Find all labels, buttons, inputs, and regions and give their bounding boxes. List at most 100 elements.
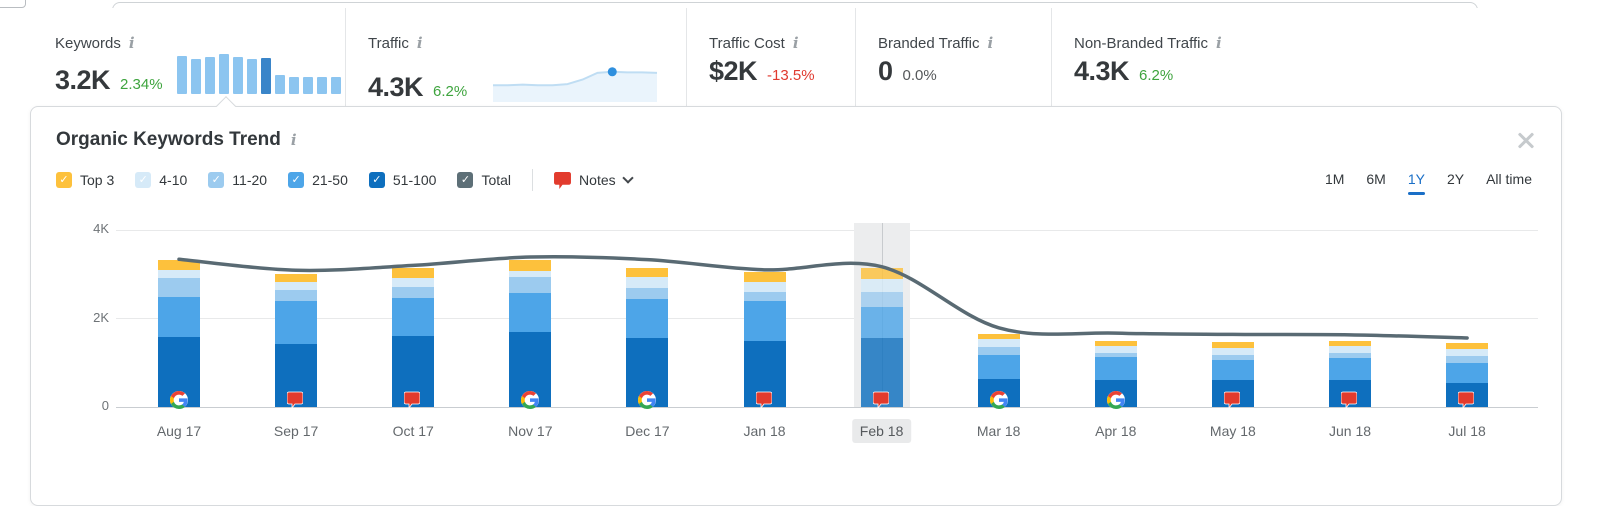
metric-branded-delta: 0.0% [902, 67, 937, 84]
google-icon[interactable] [170, 391, 188, 409]
keywords-spark-bar [302, 77, 313, 94]
range-1m[interactable]: 1M [1325, 171, 1344, 193]
notes-bubble-icon [554, 172, 572, 189]
range-2y[interactable]: 2Y [1447, 171, 1464, 193]
notes-toggle[interactable]: Notes [554, 171, 634, 189]
metric-traffic[interactable]: Traffic i 4.3K 6.2% [345, 8, 686, 106]
note-marker-icon[interactable] [286, 391, 305, 410]
x-axis-label: Apr 18 [1095, 423, 1137, 439]
keywords-spark-bar [316, 77, 327, 94]
checkbox-checked-icon[interactable]: ✓ [368, 172, 385, 188]
info-icon[interactable]: i [793, 34, 799, 52]
legend-11-20[interactable]: ✓ 11-20 [208, 172, 267, 188]
checkbox-checked-icon[interactable]: ✓ [135, 172, 152, 188]
keywords-spark-bar [218, 54, 229, 94]
x-axis-label: Mar 18 [976, 423, 1021, 439]
x-axis-label: Dec 17 [625, 423, 670, 439]
traffic-spark-dot [608, 67, 618, 77]
range-all-time[interactable]: All time [1486, 171, 1532, 193]
keywords-spark-bar [246, 59, 257, 94]
organic-keywords-trend-panel: Organic Keywords Trend i ✓ Top 3 ✓ 4-10 … [30, 96, 1562, 506]
checkbox-checked-icon[interactable]: ✓ [56, 172, 72, 188]
total-line [177, 254, 1469, 340]
keywords-spark-bar [288, 77, 299, 94]
keywords-spark-bar [330, 77, 341, 94]
tab-strip [0, 0, 1600, 8]
metric-keywords-label: Keywords [55, 34, 121, 52]
metric-traffic-cost[interactable]: Traffic Cost i $2K -13.5% [686, 8, 855, 106]
note-marker-icon[interactable] [1223, 391, 1242, 410]
info-icon[interactable]: i [1216, 34, 1222, 52]
metric-traffic-delta: 6.2% [433, 83, 468, 100]
info-icon[interactable]: i [987, 34, 993, 52]
info-icon[interactable]: i [129, 34, 135, 52]
x-axis-label: Nov 17 [508, 423, 553, 439]
legend-51-100[interactable]: ✓ 51-100 [368, 172, 436, 188]
metric-traffic-label: Traffic [368, 34, 409, 52]
metrics-bar: Keywords i 3.2K 2.34% Traffic i 4.3K 6.2… [0, 8, 1600, 106]
metric-non-branded-traffic[interactable]: Non-Branded Traffic i 4.3K 6.2% [1051, 8, 1600, 106]
metric-branded-label: Branded Traffic [878, 34, 980, 52]
note-marker-icon[interactable] [755, 391, 774, 410]
keywords-sparkline[interactable] [176, 52, 341, 94]
info-icon[interactable]: i [417, 34, 423, 52]
google-icon[interactable] [521, 391, 540, 409]
metric-non-branded-value: 4.3K [1074, 56, 1130, 86]
axis-baseline [116, 407, 1538, 408]
info-icon[interactable]: i [291, 131, 297, 149]
metric-keywords[interactable]: Keywords i 3.2K 2.34% [0, 8, 345, 106]
note-marker-icon[interactable] [1340, 391, 1359, 410]
notes-label: Notes [579, 172, 616, 188]
checkbox-checked-icon[interactable]: ✓ [208, 172, 225, 188]
keywords-spark-bar [176, 56, 187, 94]
panel-title: Organic Keywords Trend [56, 129, 281, 150]
metric-traffic-cost-label: Traffic Cost [709, 34, 785, 52]
keywords-spark-bar [190, 59, 201, 94]
x-axis-label: Jul 18 [1448, 423, 1486, 439]
tab-stub-left[interactable] [0, 0, 26, 8]
note-marker-icon[interactable] [403, 391, 422, 410]
google-icon[interactable] [989, 391, 1008, 409]
legend-total[interactable]: ✓ Total [457, 172, 511, 188]
y-axis-label-2k: 2K [93, 310, 109, 325]
x-axis-label: Sep 17 [273, 423, 319, 439]
metric-keywords-delta: 2.34% [120, 76, 163, 93]
metric-branded-traffic[interactable]: Branded Traffic i 0 0.0% [855, 8, 1051, 106]
x-axis-labels: Aug 17 Sep 17 Oct 17 Nov 17 Dec 17 Jan 18 Feb … [116, 419, 1538, 447]
metric-traffic-cost-value: $2K [709, 56, 758, 86]
keywords-spark-bar [274, 75, 285, 94]
legend-21-50[interactable]: ✓ 21-50 [288, 172, 348, 188]
time-range-switch: 1M 6M 1Y 2Y All time [1325, 171, 1532, 195]
y-axis-label-0: 0 [101, 398, 109, 413]
metric-non-branded-delta: 6.2% [1139, 67, 1174, 84]
x-axis-label: Aug 17 [156, 423, 202, 439]
google-icon[interactable] [1106, 391, 1125, 409]
chart-plot-area [116, 223, 1538, 410]
x-axis-label: May 18 [1209, 423, 1256, 439]
metric-non-branded-label: Non-Branded Traffic [1074, 34, 1208, 52]
metric-traffic-value: 4.3K [368, 72, 424, 102]
metric-traffic-cost-delta: -13.5% [767, 67, 815, 84]
checkbox-checked-icon[interactable]: ✓ [457, 172, 474, 188]
metric-keywords-value: 3.2K [55, 65, 111, 95]
x-axis-label: Feb 18 [851, 419, 912, 443]
legend-4-10[interactable]: ✓ 4-10 [135, 172, 187, 188]
range-1y[interactable]: 1Y [1407, 171, 1426, 195]
note-marker-icon[interactable] [1457, 391, 1476, 410]
legend-top3[interactable]: ✓ Top 3 [56, 172, 114, 188]
google-icon[interactable] [638, 391, 657, 409]
chevron-down-icon [621, 172, 634, 184]
note-marker-icon[interactable] [872, 391, 891, 410]
metric-branded-value: 0 [878, 56, 893, 86]
close-icon[interactable] [1513, 127, 1539, 153]
x-axis-label: Jun 18 [1328, 423, 1372, 439]
range-6m[interactable]: 6M [1366, 171, 1385, 193]
traffic-sparkline[interactable] [487, 58, 663, 109]
keywords-spark-bar [204, 57, 215, 94]
x-axis-label: Oct 17 [392, 423, 434, 439]
x-axis-label: Jan 18 [743, 423, 786, 439]
keywords-spark-bar [260, 58, 271, 94]
checkbox-checked-icon[interactable]: ✓ [288, 172, 305, 188]
keywords-spark-bar [232, 57, 243, 94]
y-axis-label-4k: 4K [93, 221, 109, 236]
